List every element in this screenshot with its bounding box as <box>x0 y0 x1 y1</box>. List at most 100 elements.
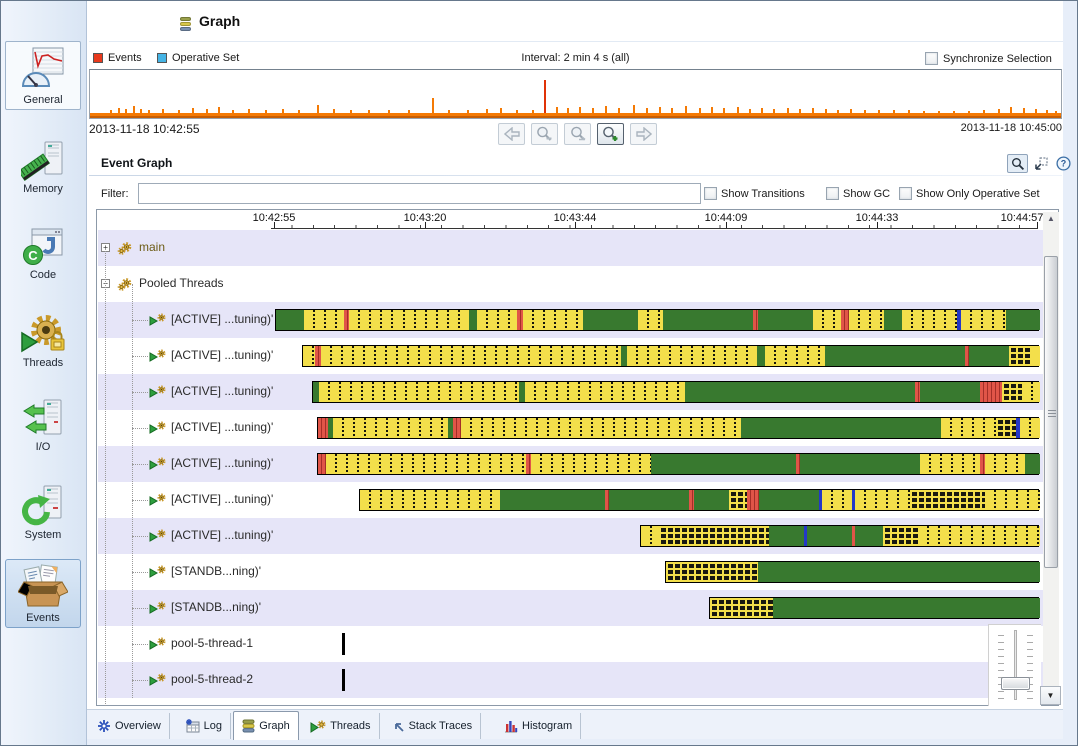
thread-label[interactable]: pool-5-thread-1 <box>171 636 253 650</box>
zoom-slider-handle[interactable] <box>1001 677 1030 690</box>
thread-label[interactable]: [ACTIVE] ...tuning)' <box>171 528 273 542</box>
tab-log[interactable]: Log <box>177 713 231 739</box>
vertical-scrollbar[interactable]: ▲ <box>1043 212 1059 686</box>
event-segment-grid <box>883 526 918 546</box>
zoom-in-button[interactable] <box>597 123 624 145</box>
event-segment-y <box>461 418 741 438</box>
event-segment-y <box>902 310 957 330</box>
thread-label[interactable]: [ACTIVE] ...tuning)' <box>171 420 273 434</box>
thread-label[interactable]: [STANDB...ning)' <box>171 600 261 614</box>
reset-zoom-icon <box>570 126 586 141</box>
system-icon <box>22 485 64 527</box>
event-segment-g <box>800 454 920 474</box>
event-segment-grid <box>1002 382 1022 402</box>
scrollbar-up-arrow[interactable]: ▲ <box>1043 214 1059 228</box>
thread-label[interactable]: [ACTIVE] ...tuning)' <box>171 492 273 506</box>
event-tick[interactable] <box>342 633 345 655</box>
tree-connector <box>132 500 148 501</box>
event-segment-y <box>1031 346 1040 366</box>
thread-icon <box>149 637 167 650</box>
event-segment-grid <box>710 598 773 618</box>
thread-row--active-tuning-: [ACTIVE] ...tuning)' <box>98 410 1043 446</box>
zoom-out-button <box>531 123 558 145</box>
event-segment-r <box>318 454 326 474</box>
restore-section-button[interactable] <box>1031 154 1052 173</box>
restore-arrow-icon <box>1035 157 1048 170</box>
tree-connector <box>132 464 148 465</box>
axis-major-tick <box>425 222 426 228</box>
event-bar[interactable] <box>317 453 1040 475</box>
thread-row-pooled-threads: − Pooled Threads <box>98 266 1043 302</box>
thread-label[interactable]: pool-5-thread-2 <box>171 672 253 686</box>
thread-label[interactable]: [ACTIVE] ...tuning)' <box>171 456 273 470</box>
group-label[interactable]: Pooled Threads <box>139 276 224 290</box>
sidebar-item-i-o[interactable]: I/O <box>5 399 81 453</box>
synchronize-selection-checkbox[interactable] <box>925 52 938 65</box>
event-segment-g <box>741 418 941 438</box>
sidebar-item-events[interactable]: Events <box>5 559 81 628</box>
thread-group-icon <box>117 241 133 256</box>
tab-graph[interactable]: Graph <box>233 711 299 740</box>
tab-threads[interactable]: Threads <box>302 713 380 739</box>
event-bar[interactable] <box>317 417 1040 439</box>
thread-row--active-tuning-: [ACTIVE] ...tuning)' <box>98 338 1043 374</box>
event-segment-grid <box>666 562 758 582</box>
sidebar-item-label: I/O <box>35 441 51 453</box>
event-tick[interactable] <box>342 669 345 691</box>
event-segment-y <box>920 454 980 474</box>
show-only-operative-set-checkbox[interactable] <box>899 187 912 200</box>
sidebar-item-threads[interactable]: Threads <box>5 313 81 369</box>
event-bar[interactable] <box>302 345 1040 367</box>
sidebar-item-label: Code <box>29 269 57 281</box>
scrollbar-thumb[interactable] <box>1044 256 1058 568</box>
section-divider <box>89 175 1062 176</box>
event-segment-g <box>759 490 819 510</box>
thread-group-icon <box>117 277 133 292</box>
event-segment-g <box>583 310 638 330</box>
event-segment-g <box>807 526 852 546</box>
event-bar[interactable] <box>312 381 1040 403</box>
thread-row--active-tuning-: [ACTIVE] ...tuning)' <box>98 482 1043 518</box>
thread-icon <box>149 673 167 686</box>
thread-label[interactable]: [ACTIVE] ...tuning)' <box>171 312 273 326</box>
thread-label[interactable]: [ACTIVE] ...tuning)' <box>171 348 273 362</box>
event-bar[interactable] <box>665 561 1040 583</box>
zoom-mode-button[interactable] <box>1007 154 1028 173</box>
thread-label[interactable]: [ACTIVE] ...tuning)' <box>171 384 273 398</box>
axis-major-tick <box>575 222 576 228</box>
show-gc-checkbox[interactable] <box>826 187 839 200</box>
back-button <box>498 123 525 145</box>
thread-label[interactable]: [STANDB...ning)' <box>171 564 261 578</box>
event-bar[interactable] <box>359 489 1040 511</box>
event-bar[interactable] <box>275 309 1040 331</box>
checkbox-label: Show GC <box>843 188 891 200</box>
tab-histogram[interactable]: Histogram <box>496 713 582 739</box>
event-segment-g <box>758 310 813 330</box>
help-button[interactable]: ? <box>1053 154 1074 173</box>
sidebar-item-system[interactable]: System <box>5 485 81 541</box>
event-segment-y <box>641 526 659 546</box>
event-segment-y <box>849 310 884 330</box>
event-bar[interactable] <box>640 525 1040 547</box>
tab-overview[interactable]: Overview <box>89 713 170 739</box>
thread-row-pool-5-thread-2: pool-5-thread-2 <box>98 662 1043 698</box>
tree-connector <box>132 536 148 537</box>
group-label[interactable]: main <box>139 240 165 254</box>
thread-icon <box>149 457 167 470</box>
event-graph-title: Event Graph <box>101 156 173 170</box>
event-segment-y <box>321 346 621 366</box>
tab-label: Stack Traces <box>408 720 473 732</box>
event-segment-grid <box>910 490 985 510</box>
event-bar[interactable] <box>709 597 1040 619</box>
sidebar-item-code[interactable]: C Code <box>5 227 81 281</box>
zoom-options-button[interactable]: ▼ <box>1040 686 1061 705</box>
sidebar-item-memory[interactable]: Memory <box>5 141 81 195</box>
tab-stack-traces[interactable]: Stack Traces <box>384 713 482 739</box>
overview-timeline-chart[interactable] <box>89 69 1062 119</box>
event-segment-grid <box>1009 346 1031 366</box>
event-segment-y <box>918 526 1040 546</box>
filter-input[interactable] <box>138 183 701 204</box>
sidebar-item-general[interactable]: General <box>5 41 81 110</box>
tab-overview-icon <box>97 719 111 733</box>
show-transitions-checkbox[interactable] <box>704 187 717 200</box>
